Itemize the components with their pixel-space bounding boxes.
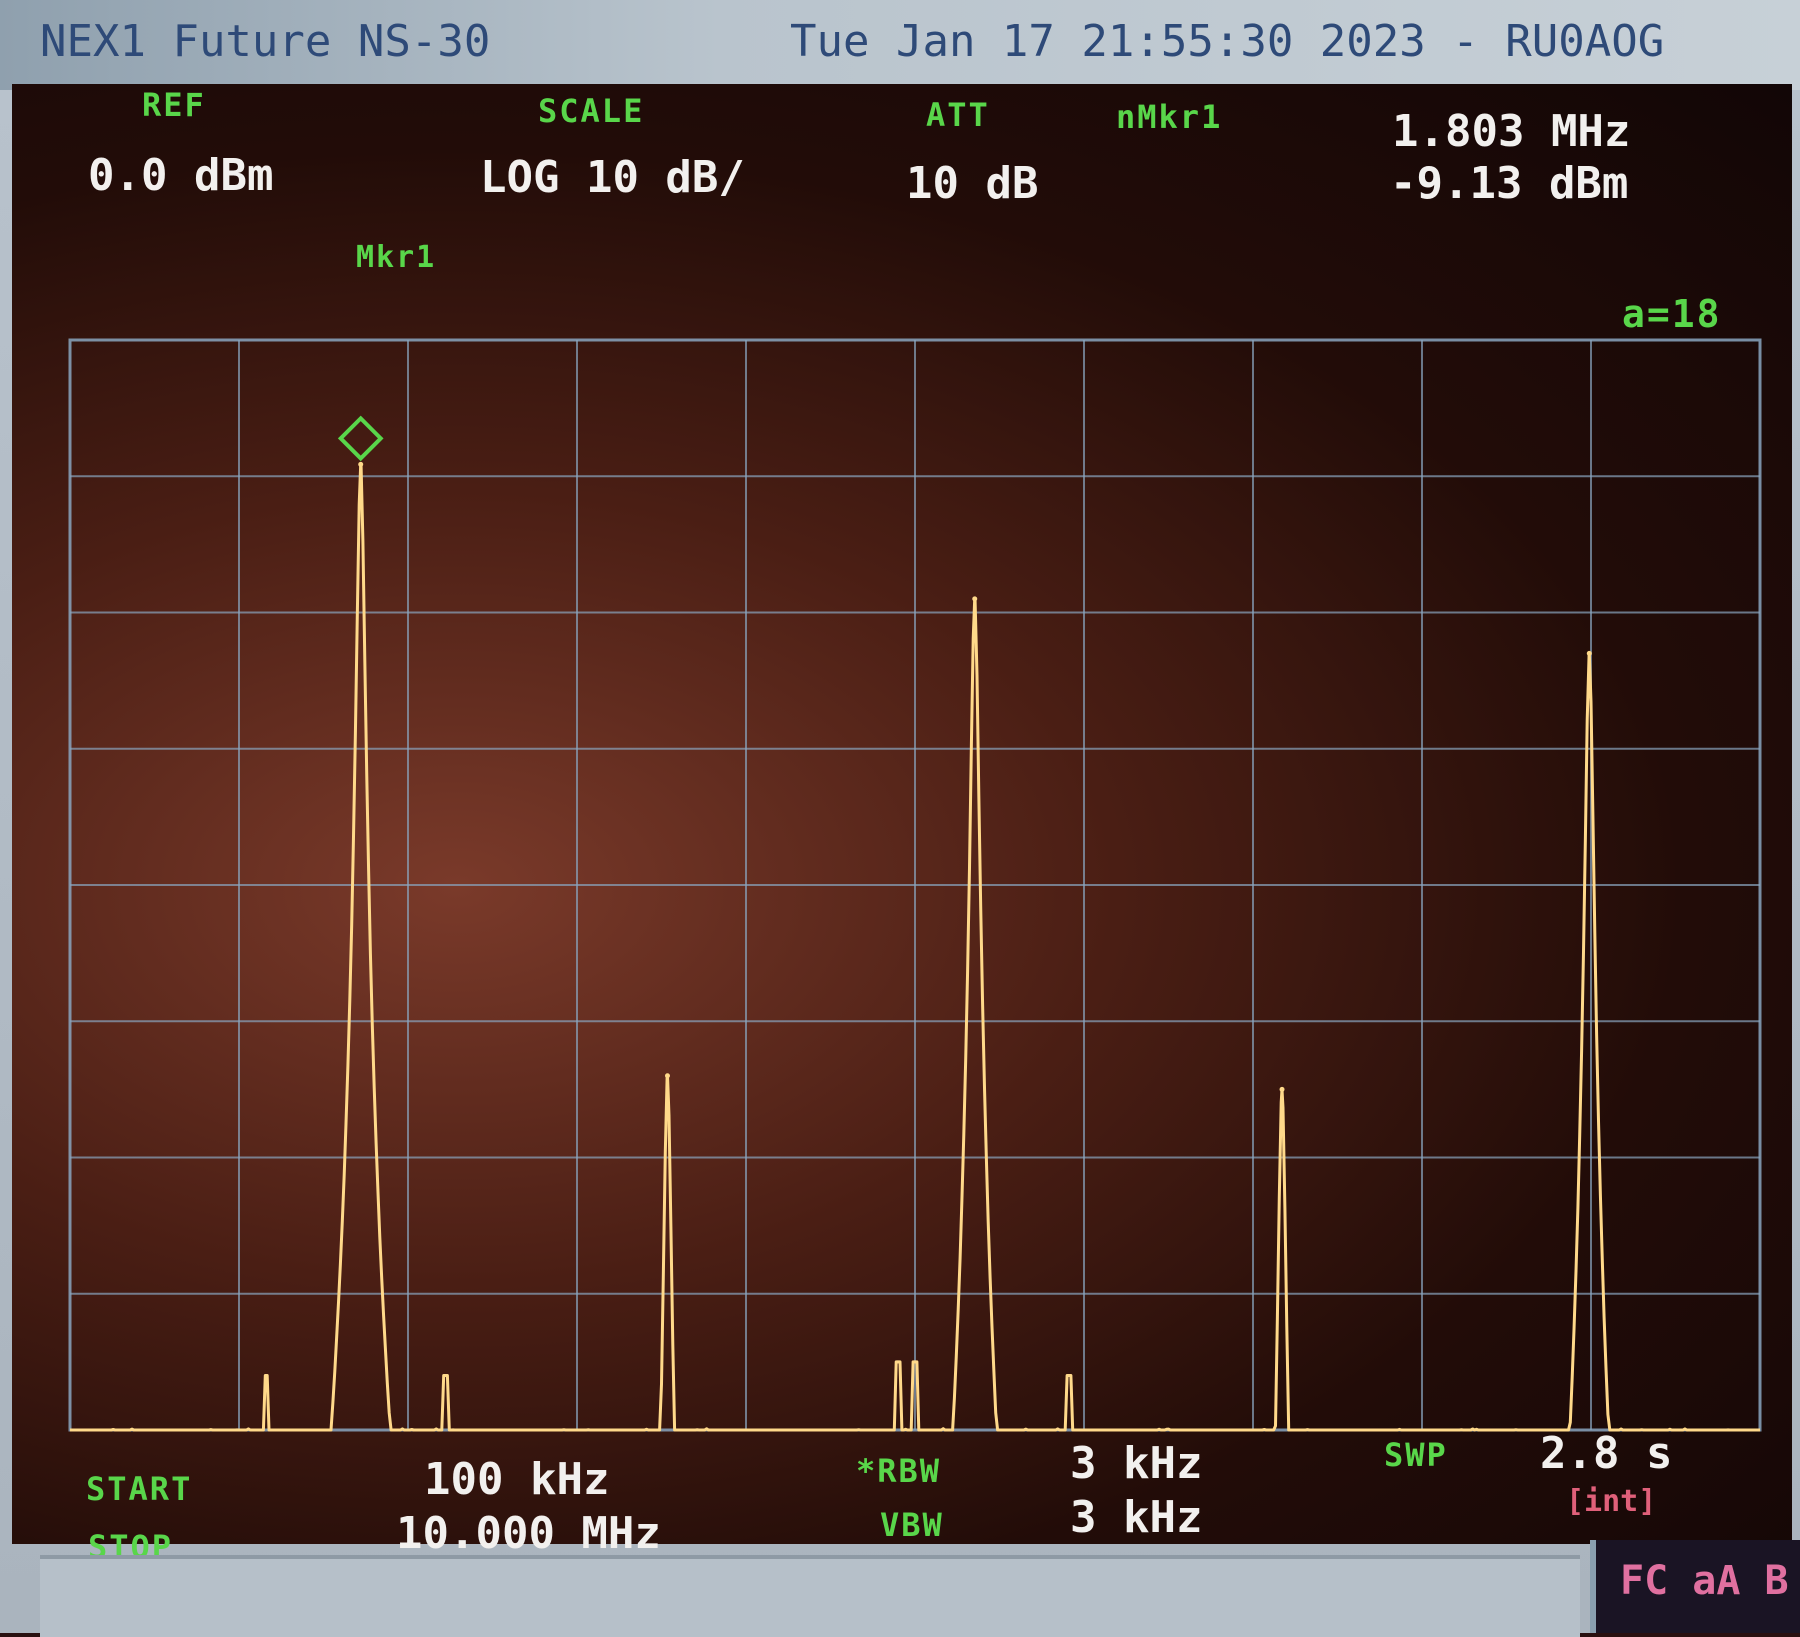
vbw-value: 3 kHz	[1070, 1492, 1203, 1543]
marker-diamond-icon[interactable]	[337, 415, 384, 462]
rbw-label: *RBW	[856, 1452, 942, 1490]
spur-point-1	[264, 1374, 268, 1377]
peak-point-4	[1279, 1086, 1285, 1092]
average-count: a=18	[1622, 292, 1722, 336]
status-text: FC aA B	[1620, 1558, 1789, 1604]
marker-group[interactable]	[337, 415, 384, 462]
status-box: FC aA B	[1590, 1540, 1800, 1633]
graticule	[68, 338, 1762, 1432]
peak-point-2	[664, 1073, 670, 1079]
rbw-value: 3 kHz	[1070, 1438, 1203, 1489]
vbw-label: VBW	[880, 1506, 944, 1544]
start-value: 100 kHz	[424, 1454, 610, 1505]
peak-point-1	[358, 461, 364, 467]
sweep-value: 2.8 s	[1540, 1428, 1673, 1479]
spur-point-4	[913, 1360, 917, 1364]
sweep-label: SWP	[1384, 1436, 1448, 1474]
stop-value: 10.000 MHz	[396, 1508, 661, 1559]
spectrum-plot	[68, 338, 1762, 1432]
start-label: START	[86, 1470, 193, 1508]
peak-point-3	[972, 596, 978, 602]
marker-name-label: Mkr1	[356, 240, 437, 275]
bottom-bar	[40, 1555, 1580, 1637]
peak-point-5	[1586, 650, 1592, 656]
spur-point-2	[444, 1374, 448, 1377]
spur-point-3	[896, 1360, 900, 1364]
sweep-mode: [int]	[1566, 1484, 1657, 1519]
spur-point-5	[1067, 1374, 1071, 1377]
